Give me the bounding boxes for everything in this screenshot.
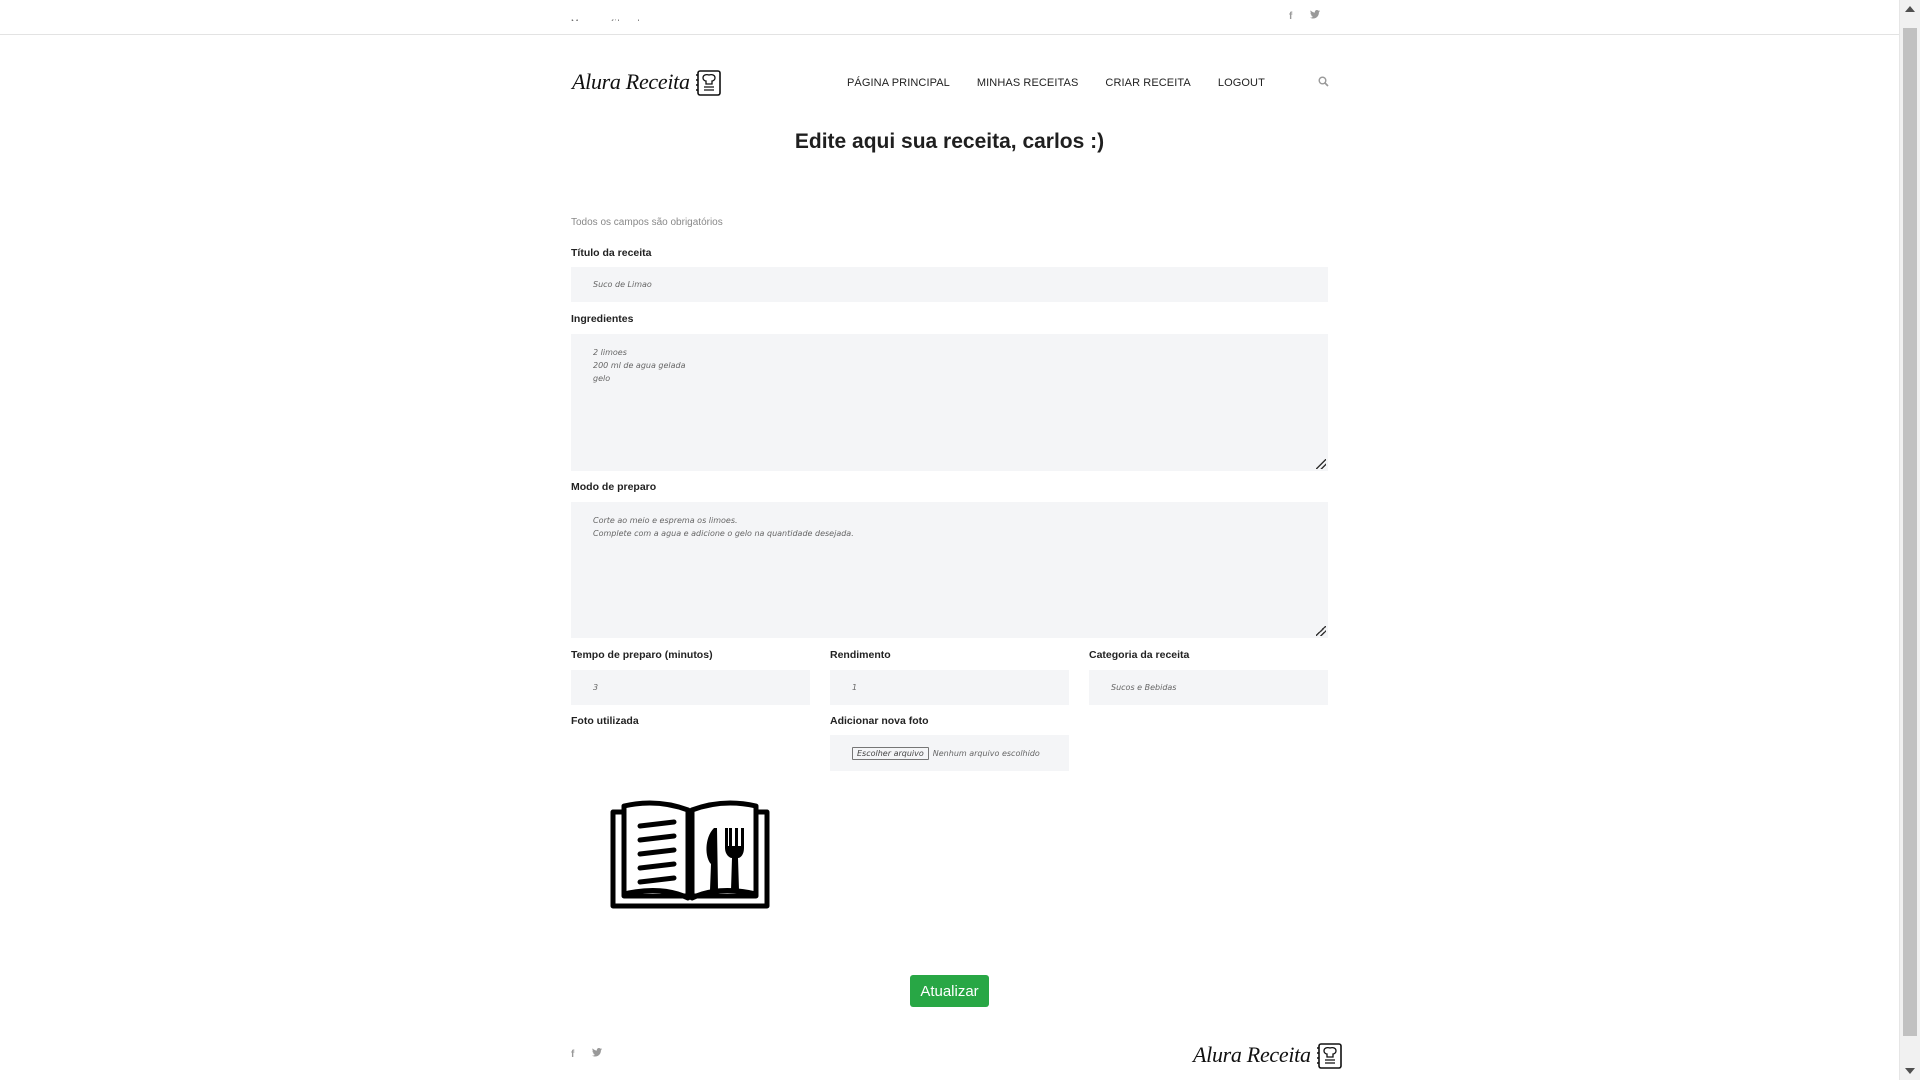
category-label: Categoria da receita — [1089, 649, 1190, 661]
method-resize-handle[interactable] — [1316, 626, 1326, 636]
current-photo-label: Foto utilizada — [571, 715, 639, 727]
nav-my-recipes[interactable]: MINHAS RECEITAS — [977, 77, 1079, 89]
method-textarea[interactable]: Corte ao meio e esprema os limoes. Compl… — [571, 502, 1328, 638]
recipe-title-input[interactable] — [571, 267, 1328, 302]
footer-social-links: f — [571, 1048, 603, 1061]
footer-logo-text: Alura Receita — [1193, 1042, 1311, 1067]
scrollbar-thumb[interactable] — [1903, 28, 1917, 1036]
recipe-book-image — [610, 800, 770, 909]
scroll-up-arrow-icon[interactable] — [1905, 6, 1915, 12]
prep-time-input[interactable] — [571, 670, 810, 705]
file-status: Nenhum arquivo escolhido — [932, 748, 1040, 758]
facebook-icon[interactable]: f — [571, 1049, 574, 1061]
top-social-links: f — [1289, 10, 1321, 23]
twitter-icon[interactable] — [1310, 10, 1321, 23]
ingredients-textarea[interactable]: 2 limoes 200 ml de agua gelada gelo — [571, 334, 1328, 471]
footer-logo[interactable]: Alura Receita — [1193, 1041, 1343, 1069]
recipe-book-logo-icon — [695, 70, 721, 96]
top-bar: Meu perfil · ola f — [0, 0, 1900, 35]
main-nav: PÁGINA PRINCIPAL MINHAS RECEITAS CRIAR R… — [847, 77, 1265, 89]
nav-create-recipe[interactable]: CRIAR RECEITA — [1105, 77, 1190, 89]
ingredients-label: Ingredientes — [571, 313, 634, 325]
twitter-icon[interactable] — [592, 1048, 603, 1061]
yield-label: Rendimento — [830, 649, 891, 661]
ingredients-resize-handle[interactable] — [1316, 459, 1326, 469]
page-title: Edite aqui sua receita, carlos :) — [794, 130, 1105, 153]
yield-input[interactable] — [830, 670, 1069, 705]
recipe-book-logo-icon — [1316, 1043, 1342, 1069]
top-bar-text: Meu perfil · ola — [571, 16, 647, 21]
prep-time-label: Tempo de preparo (minutos) — [571, 649, 713, 661]
required-fields-note: Todos os campos são obrigatórios — [571, 217, 723, 228]
search-icon[interactable] — [1318, 76, 1329, 87]
new-photo-label: Adicionar nova foto — [830, 715, 929, 727]
nav-logout[interactable]: LOGOUT — [1218, 77, 1265, 89]
update-button[interactable]: Atualizar — [910, 975, 989, 1007]
category-input[interactable] — [1089, 670, 1328, 705]
nav-home[interactable]: PÁGINA PRINCIPAL — [847, 77, 950, 89]
site-logo[interactable]: Alura Receita — [572, 68, 722, 96]
page-scrollbar[interactable] — [1899, 0, 1920, 1080]
title-label: Título da receita — [571, 247, 652, 259]
method-label: Modo de preparo — [571, 481, 657, 493]
choose-file-button[interactable]: Escolher arquivo — [852, 746, 929, 760]
facebook-icon[interactable]: f — [1289, 11, 1292, 23]
scroll-down-arrow-icon[interactable] — [1905, 1068, 1915, 1074]
logo-text: Alura Receita — [572, 69, 690, 94]
file-upload[interactable]: Escolher arquivo Nenhum arquivo escolhid… — [830, 735, 1069, 771]
